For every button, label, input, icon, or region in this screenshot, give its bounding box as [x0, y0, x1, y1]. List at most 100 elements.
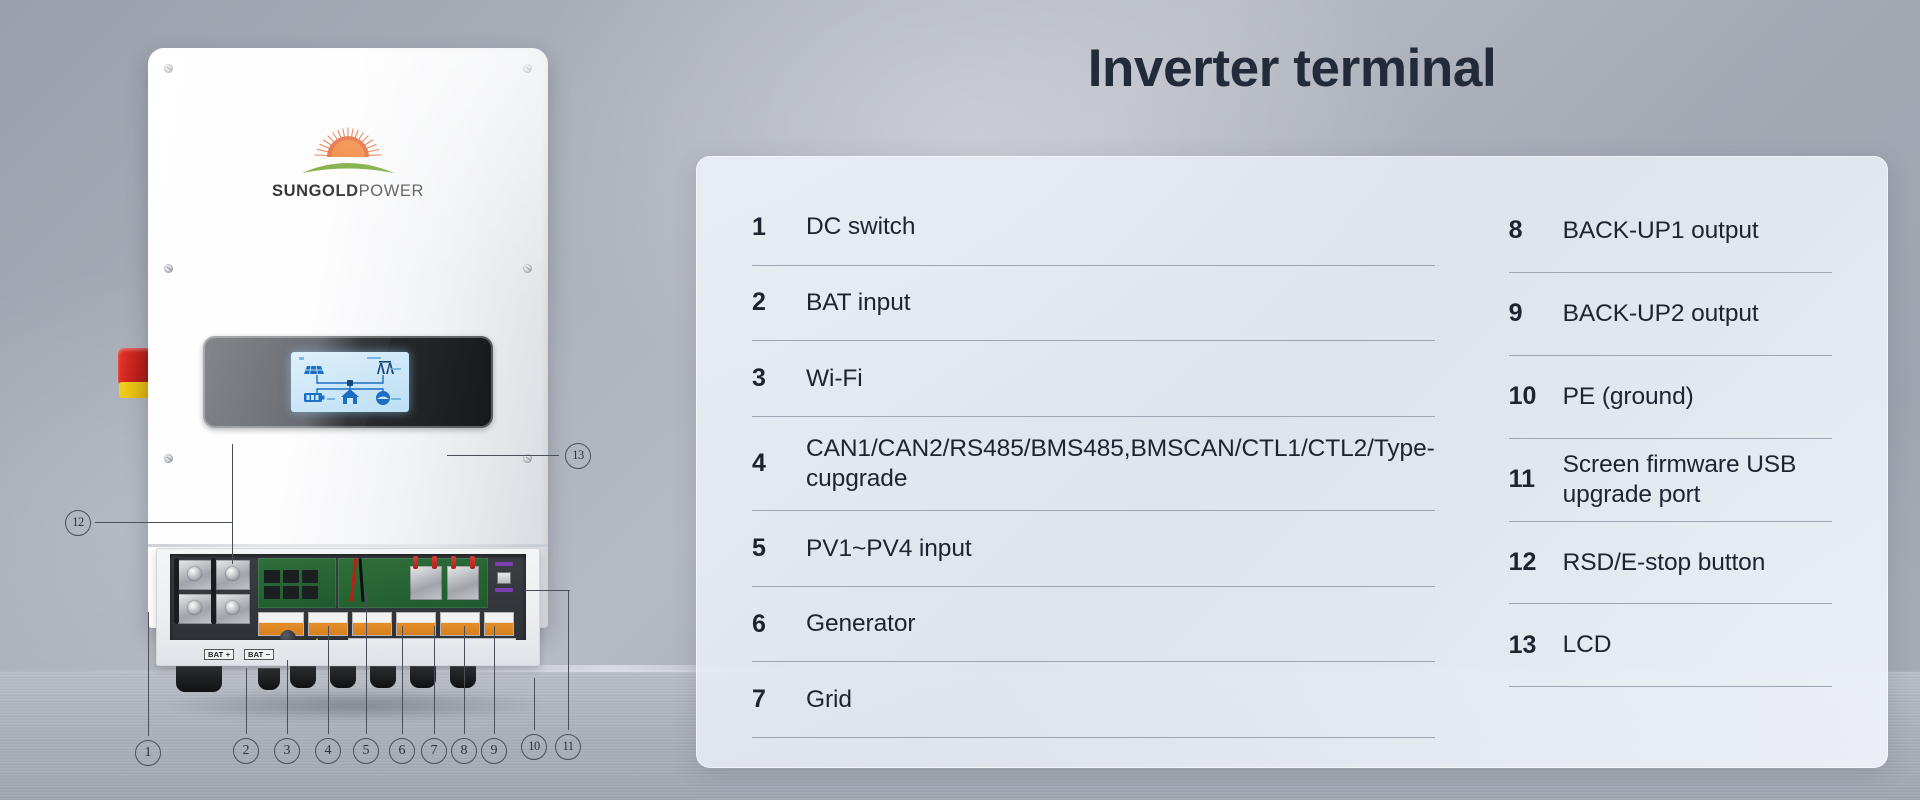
- callout-11: 11: [555, 734, 581, 760]
- terminal-number: 2: [752, 288, 766, 317]
- terminal-row-3: 3 Wi-Fi: [752, 341, 1435, 417]
- leader-line-12: [95, 522, 233, 523]
- leader-line-13: [447, 455, 559, 456]
- rj45-port: [264, 586, 280, 599]
- terminal-label: RSD/E-stop button: [1562, 548, 1766, 576]
- enclosure-screw: [164, 264, 173, 273]
- terminal-label: Grid: [806, 685, 852, 713]
- logo-word-sungold: SUNGOLD: [271, 182, 359, 200]
- terminal-label: Screen firmware USB upgrade port: [1562, 450, 1797, 508]
- leader-line-7: [434, 626, 435, 734]
- leader-line-10: [534, 678, 535, 730]
- warning-triangle-icon: [312, 638, 322, 640]
- terminal-list-right-column: 8 BACK-UP1 output 9 BACK-UP2 output 10 P…: [1469, 190, 1858, 738]
- terminal-row-9: 9 BACK-UP2 output: [1508, 273, 1832, 356]
- bat-terminal-stud: [188, 567, 201, 580]
- callout-9: 9: [481, 738, 507, 764]
- terminal-list-panel: 1 DC switch 2 BAT input 3 Wi-Fi 4 CAN1/C…: [696, 156, 1888, 768]
- callout-13: 13: [565, 443, 591, 469]
- bat-terminal-stud: [226, 601, 239, 614]
- terminal-row-11: 11 Screen firmware USB upgrade port: [1508, 439, 1832, 522]
- callout-4: 4: [315, 738, 341, 764]
- rj45-port: [264, 570, 280, 583]
- pv-fuse-cap: [432, 556, 437, 569]
- terminal-number: 3: [752, 364, 766, 393]
- rj45-port: [283, 570, 299, 583]
- terminal-label: BAT input: [806, 289, 911, 316]
- rj45-port: [302, 586, 318, 599]
- pv-fuse-cap: [451, 556, 456, 569]
- terminal-label: Generator: [806, 610, 916, 638]
- leader-line-12-branch: [232, 444, 233, 564]
- terminal-label: PE (ground): [1562, 382, 1694, 410]
- terminal-label: DC switch: [806, 213, 916, 241]
- callout-8: 8: [451, 738, 477, 764]
- cable-gland: [450, 666, 476, 688]
- lcd-battery-icon: [304, 393, 325, 402]
- enclosure-screw: [523, 264, 532, 273]
- page-title: Inverter terminal: [1087, 39, 1497, 98]
- terminal-label: BACK-UP2 output: [1562, 299, 1759, 327]
- callout-7: 7: [421, 738, 447, 764]
- logo-word-power: POWER: [358, 182, 425, 200]
- usb-bracket: [495, 588, 513, 592]
- terminal-number: 5: [752, 533, 766, 562]
- terminal-row-8: 8 BACK-UP1 output: [1508, 190, 1832, 273]
- bat-terminal-stud: [188, 601, 201, 614]
- terminal-compartment: BAT + BAT −: [156, 548, 540, 666]
- lcd-bezel: [203, 336, 493, 428]
- terminal-row-2: 2 BAT input: [752, 266, 1435, 342]
- compartment-interior: [170, 554, 526, 640]
- pv-relay-module: [410, 566, 442, 600]
- cable-gland: [330, 666, 356, 688]
- leader-line-1: [148, 612, 149, 736]
- lcd-home-icon: [341, 389, 359, 404]
- cable-gland: [410, 666, 436, 688]
- terminal-number: 7: [752, 685, 766, 714]
- logo-wordmark: SUNGOLDPOWER: [253, 182, 443, 201]
- leader-line-3: [287, 660, 288, 734]
- inverter-enclosure: SUNGOLDPOWER: [148, 48, 548, 628]
- cable-gland: [370, 666, 396, 688]
- estop-red-cap: [118, 348, 152, 386]
- terminal-label: LCD: [1562, 631, 1612, 659]
- rsd-estop-button: [118, 348, 152, 406]
- usb-upgrade-port: [497, 572, 511, 584]
- terminal-legend-strip: [348, 638, 516, 640]
- cable-gland: [258, 668, 280, 690]
- cable-gland: [176, 666, 222, 692]
- leader-line-9: [494, 626, 495, 734]
- terminal-label: Wi-Fi: [806, 364, 863, 392]
- terminal-number: 8: [1508, 216, 1523, 245]
- terminal-row-spacer: [1509, 687, 1832, 738]
- leader-line-2: [246, 668, 247, 734]
- estop-yellow-base: [119, 382, 151, 398]
- enclosure-screw: [523, 64, 532, 73]
- terminal-row-6: 6 Generator: [752, 587, 1435, 663]
- terminal-number: 11: [1508, 465, 1536, 494]
- bat-cable: [211, 558, 216, 624]
- terminal-label: CAN1/CAN2/RS485/BMS485,BMSCAN/CTL1/CTL2/…: [806, 434, 1435, 492]
- lcd-load-icon: [376, 391, 390, 405]
- callout-2: 2: [233, 738, 259, 764]
- terminal-list-left-column: 1 DC switch 2 BAT input 3 Wi-Fi 4 CAN1/C…: [726, 190, 1469, 739]
- bat-cable: [174, 558, 179, 624]
- terminal-number: 4: [752, 449, 766, 478]
- enclosure-screw: [164, 64, 173, 73]
- pv-relay-module: [447, 566, 479, 600]
- callout-1: 1: [135, 740, 161, 766]
- leader-line-11: [568, 590, 569, 730]
- leader-line-11-branch: [524, 590, 570, 591]
- inverter-product-image: SUNGOLDPOWER BAT + BAT −: [118, 48, 558, 738]
- sungoldpower-logo: SUNGOLDPOWER: [253, 126, 443, 201]
- bat-negative-label: BAT −: [244, 648, 275, 660]
- lcd-solar-icon: [304, 365, 324, 375]
- leader-line-4: [328, 626, 329, 734]
- communication-pcb: [258, 558, 336, 608]
- enclosure-screw: [164, 454, 173, 463]
- lcd-energy-flow-diagram: [299, 357, 401, 405]
- sun-logo-icon: [302, 127, 394, 173]
- lcd-grid-icon: [377, 361, 394, 374]
- terminal-row-13: 13 LCD: [1508, 604, 1832, 688]
- terminal-label: BACK-UP1 output: [1562, 217, 1759, 244]
